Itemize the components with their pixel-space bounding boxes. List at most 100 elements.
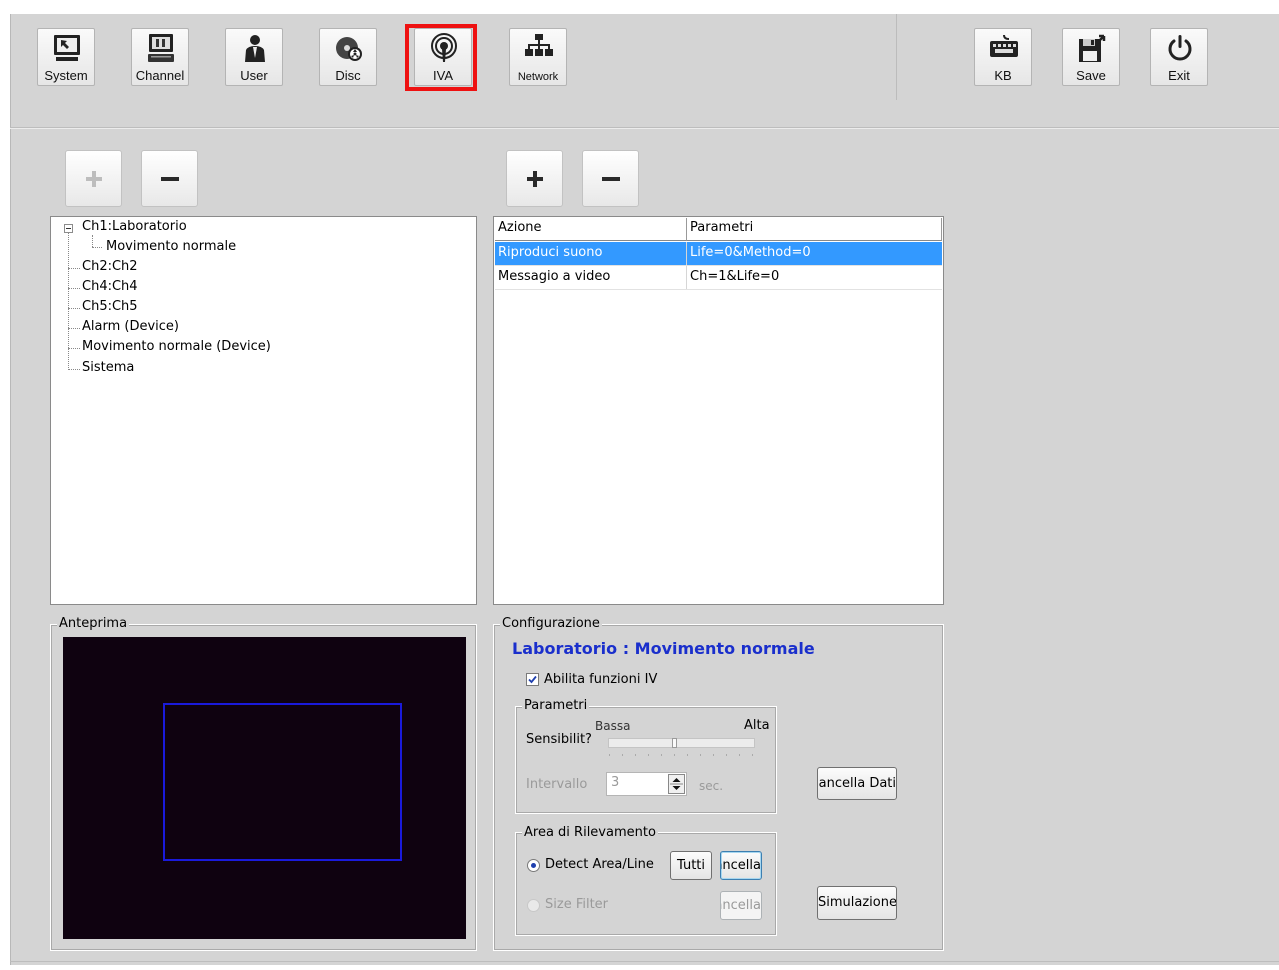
preview-canvas[interactable] — [63, 637, 466, 939]
simulate-label: Simulazione — [818, 895, 897, 910]
disc-label: Disc — [335, 68, 361, 83]
tree-item-alarm-device[interactable]: Alarm (Device) — [82, 319, 179, 334]
exit-button[interactable]: Exit — [1150, 28, 1208, 86]
cancel-area-button[interactable]: Cancella — [720, 851, 762, 880]
interval-stepper[interactable]: 3 — [606, 772, 687, 796]
tree-connector — [68, 328, 80, 329]
stepper-arrows[interactable] — [668, 774, 685, 794]
radio-dot — [531, 863, 536, 868]
cancel-filter-label: Cancella — [721, 898, 761, 913]
slider-thumb[interactable] — [672, 738, 677, 748]
sensitivity-low-label: Bassa — [595, 719, 631, 733]
power-icon — [1168, 35, 1192, 61]
interval-value: 3 — [611, 775, 620, 790]
tree-item-ch4[interactable]: Ch4:Ch4 — [82, 279, 138, 294]
disc-icon — [336, 37, 362, 61]
detect-area-radio[interactable] — [527, 859, 540, 872]
minus-icon — [161, 177, 179, 181]
column-header-parametri[interactable]: Parametri — [687, 218, 942, 241]
tree-connector — [68, 288, 80, 289]
network-button[interactable]: Network — [509, 28, 567, 86]
tree-item-movimento-device[interactable]: Movimento normale (Device) — [82, 339, 271, 354]
clear-data-button[interactable]: Cancella Dati — [817, 767, 897, 800]
toolbar-divider — [896, 14, 897, 100]
kb-button[interactable]: KB — [974, 28, 1032, 86]
tree-connector — [92, 235, 93, 247]
tree-connector — [68, 308, 80, 309]
channel-button[interactable]: Channel — [131, 28, 189, 86]
add-action-button[interactable] — [506, 150, 563, 207]
tree-item-ch1[interactable]: Ch1:Laboratorio — [82, 219, 187, 234]
size-filter-radio[interactable] — [527, 899, 540, 912]
network-label: Network — [517, 71, 559, 83]
tree-connector — [68, 268, 80, 269]
actions-table: Azione Parametri Riproduci suono Life=0&… — [493, 216, 944, 605]
table-cell-azione: Riproduci suono — [495, 242, 687, 265]
minus-icon — [602, 177, 620, 181]
bottom-separator — [10, 961, 1279, 962]
detection-area-rect[interactable] — [163, 703, 402, 861]
params-group — [515, 706, 777, 814]
channel-label: Channel — [135, 68, 185, 83]
tree-item-ch2[interactable]: Ch2:Ch2 — [82, 259, 138, 274]
detection-area-title: Area di Rilevamento — [522, 825, 658, 840]
add-event-button[interactable] — [65, 150, 122, 207]
tree-connector — [68, 369, 80, 370]
clear-data-label: Cancella Dati — [817, 776, 896, 791]
cancel-area-label: Cancella — [721, 858, 761, 873]
interval-unit: sec. — [699, 779, 724, 793]
up-down-arrow-icon — [670, 778, 683, 790]
user-button[interactable]: User — [225, 28, 283, 86]
network-icon — [525, 34, 553, 56]
sensitivity-high-label: Alta — [744, 718, 770, 733]
tree-connector — [92, 247, 102, 248]
table-cell-parametri: Life=0&Method=0 — [690, 245, 811, 260]
monitor-icon — [54, 35, 80, 61]
save-button[interactable]: Save — [1062, 28, 1120, 86]
table-cell-azione: Messagio a video — [495, 266, 687, 289]
cancel-filter-button[interactable]: Cancella — [720, 891, 762, 920]
event-tree[interactable]: Ch1:Laboratorio Movimento normale Ch2:Ch… — [50, 216, 477, 605]
tree-item-ch5[interactable]: Ch5:Ch5 — [82, 299, 138, 314]
config-title: Configurazione — [500, 616, 602, 631]
plus-icon — [527, 171, 543, 187]
sensitivity-slider[interactable] — [608, 738, 755, 748]
tree-item-sistema[interactable]: Sistema — [82, 360, 134, 375]
select-all-label: Tutti — [676, 858, 705, 873]
column-header-azione[interactable]: Azione — [495, 218, 687, 241]
params-title: Parametri — [522, 698, 590, 713]
disc-button[interactable]: Disc — [319, 28, 377, 86]
user-icon — [245, 35, 265, 62]
detection-area-group — [515, 832, 777, 936]
channel-icon — [148, 34, 174, 62]
simulate-button[interactable]: Simulazione — [817, 886, 897, 920]
slider-ticks — [609, 754, 755, 756]
enable-checkbox[interactable] — [526, 673, 539, 686]
save-icon — [1079, 34, 1106, 62]
iva-button[interactable]: IVA — [405, 24, 477, 91]
tree-item-movimento-normale[interactable]: Movimento normale — [106, 239, 236, 254]
enable-label: Abilita funzioni IV — [544, 672, 658, 687]
kb-label: KB — [994, 68, 1012, 83]
system-button[interactable]: System — [37, 28, 95, 86]
remove-action-button[interactable] — [582, 150, 639, 207]
toolbar-separator — [10, 127, 1279, 129]
collapse-icon[interactable] — [64, 224, 73, 233]
table-row[interactable]: Riproduci suono Life=0&Method=0 — [495, 242, 942, 266]
size-filter-label: Size Filter — [545, 897, 609, 912]
tree-connector — [68, 348, 80, 349]
sensitivity-label: Sensibilit? — [526, 732, 592, 747]
checkmark-icon — [528, 675, 537, 684]
system-label: System — [44, 68, 88, 83]
detect-area-label: Detect Area/Line — [545, 857, 654, 872]
table-row[interactable]: Messagio a video Ch=1&Life=0 — [495, 266, 942, 290]
keyboard-icon — [990, 34, 1018, 57]
exit-label: Exit — [1168, 68, 1190, 83]
config-heading: Laboratorio : Movimento normale — [512, 639, 815, 658]
user-label: User — [240, 68, 268, 83]
interval-label: Intervallo — [526, 777, 588, 792]
save-label: Save — [1076, 68, 1106, 83]
select-all-button[interactable]: Tutti — [670, 851, 712, 880]
table-cell-parametri: Ch=1&Life=0 — [690, 269, 780, 284]
remove-event-button[interactable] — [141, 150, 198, 207]
